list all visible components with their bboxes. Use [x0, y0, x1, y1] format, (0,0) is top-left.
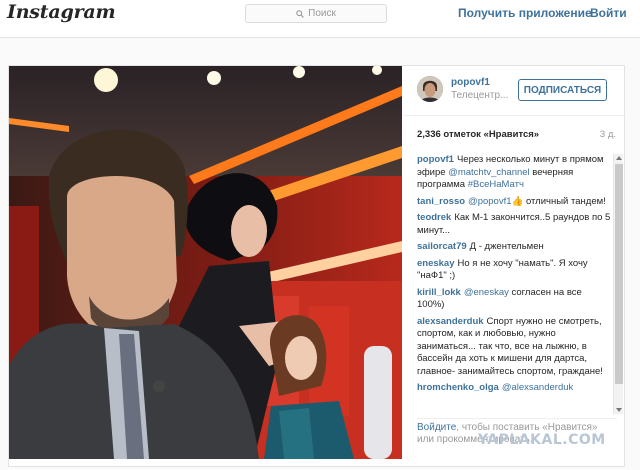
comment-author[interactable]: tani_rosso: [417, 196, 465, 207]
post-stats: 2,336 отметок «Нравится» 3 д.: [417, 129, 616, 140]
watermark: YAPLAKAL.COM: [478, 432, 606, 448]
scroll-down-arrow-icon[interactable]: [615, 406, 623, 414]
comment-author[interactable]: eneskay: [417, 258, 455, 269]
post-age[interactable]: 3 д.: [600, 129, 616, 140]
instagram-logo[interactable]: Instagram: [7, 1, 116, 23]
comments-list: popovf1 Через несколько минут в прямом эф…: [417, 154, 611, 412]
comment-item: kirill_lokk @eneskay согласен на все 100%…: [417, 287, 611, 312]
search-input[interactable]: Поиск: [245, 4, 387, 23]
post-header: popovf1 Телецентр... ПОДПИСАТЬСЯ: [403, 66, 625, 116]
post-card: popovf1 Телецентр... ПОДПИСАТЬСЯ 2,336 о…: [8, 65, 625, 467]
follow-button[interactable]: ПОДПИСАТЬСЯ: [518, 79, 607, 101]
comment-item: popovf1 Через несколько минут в прямом эф…: [417, 154, 611, 192]
comment-item: hromchenko_olga @alexsanderduk: [417, 382, 611, 395]
scrollbar-thumb[interactable]: [615, 164, 623, 384]
comment-item: tani_rosso @popovf1👍 отличный тандем!: [417, 196, 611, 209]
comment-author[interactable]: popovf1: [417, 154, 454, 165]
comment-mention[interactable]: @matchtv_channel: [448, 167, 529, 178]
comment-author[interactable]: alexsanderduk: [417, 316, 484, 327]
comment-author[interactable]: kirill_lokk: [417, 287, 461, 298]
search-icon: [296, 9, 304, 18]
avatar-image: [417, 76, 443, 102]
comment-author[interactable]: sailorcat79: [417, 241, 467, 252]
search-placeholder: Поиск: [308, 8, 336, 19]
top-bar: Instagram Поиск Получить приложение Войт…: [0, 0, 640, 38]
avatar[interactable]: [417, 76, 443, 102]
likes-count[interactable]: 2,336 отметок «Нравится»: [417, 129, 539, 140]
post-photo[interactable]: [9, 66, 402, 459]
comment-mention[interactable]: @eneskay: [464, 287, 509, 298]
scroll-up-arrow-icon[interactable]: [615, 154, 623, 162]
post-sidebar: popovf1 Телецентр... ПОДПИСАТЬСЯ 2,336 о…: [403, 66, 625, 466]
login-link[interactable]: Войти: [590, 6, 627, 20]
comment-mention[interactable]: @alexsanderduk: [502, 382, 573, 393]
get-app-link[interactable]: Получить приложение: [458, 6, 592, 20]
comment-item: sailorcat79 Д - джентельмен: [417, 241, 611, 254]
post-username[interactable]: popovf1: [451, 77, 490, 88]
comment-item: eneskay Но я не хочу "намать". Я хочу "на…: [417, 258, 611, 283]
comments-scrollbar[interactable]: [613, 154, 623, 414]
studio-selfie-image: [9, 66, 402, 459]
comment-text: Д - джентельмен: [469, 241, 544, 252]
comment-item: teodrek Как М-1 закончится..5 раундов по …: [417, 212, 611, 237]
comment-item: alexsanderduk Спорт нужно не смотреть, сп…: [417, 316, 611, 379]
comment-hashtag[interactable]: #ВсеНаМатч: [468, 179, 524, 190]
comment-author[interactable]: hromchenko_olga: [417, 382, 499, 393]
comment-author[interactable]: teodrek: [417, 212, 451, 223]
comment-mention[interactable]: @popovf1: [468, 196, 511, 207]
comment-text: 👍 отличный тандем!: [511, 195, 606, 207]
login-prompt-link[interactable]: Войдите: [417, 422, 456, 433]
post-location[interactable]: Телецентр...: [451, 90, 509, 101]
